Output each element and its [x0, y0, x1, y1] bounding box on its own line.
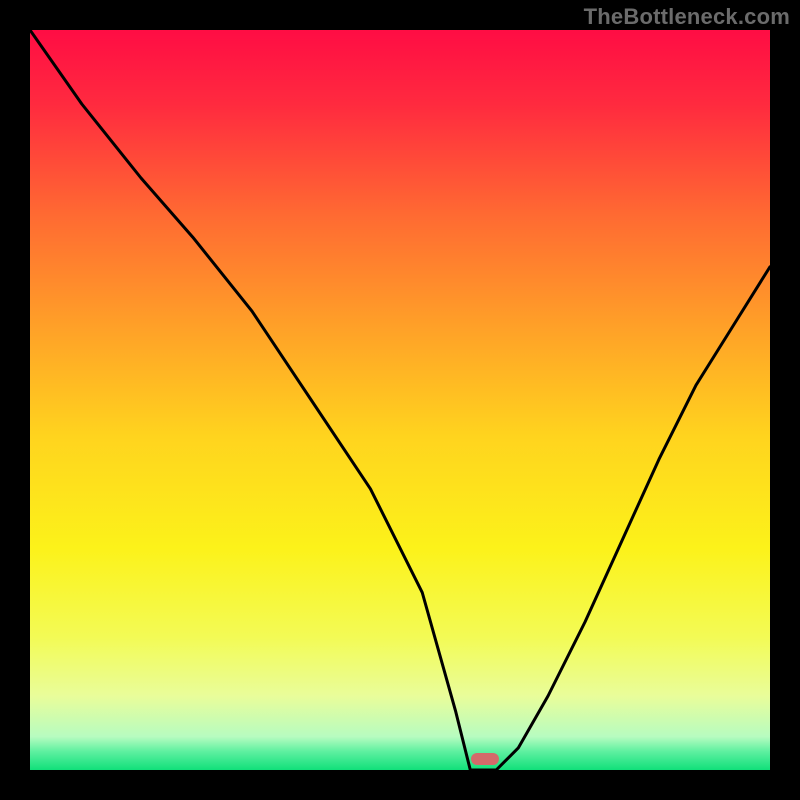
optimum-marker [471, 753, 499, 765]
bottleneck-curve-path [30, 30, 770, 770]
bottleneck-curve-svg [30, 30, 770, 770]
chart-plot-area [30, 30, 770, 770]
watermark-text: TheBottleneck.com [584, 4, 790, 30]
